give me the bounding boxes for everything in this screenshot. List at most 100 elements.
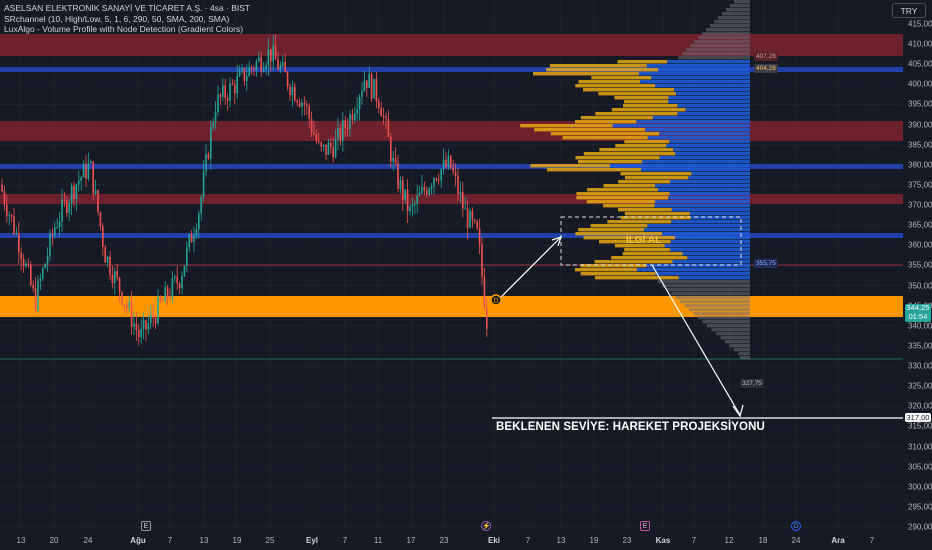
profile-bar (583, 152, 676, 156)
event-marker[interactable]: E (640, 521, 650, 531)
event-marker[interactable]: E (141, 521, 151, 531)
candle-body (200, 197, 202, 214)
time-tick-label: 7 (167, 536, 173, 545)
candle-body (274, 45, 277, 60)
target-price: 317,00 (906, 413, 930, 422)
profile-bar (691, 172, 750, 176)
time-tick-label: 19 (232, 536, 242, 545)
candle-body (392, 157, 394, 162)
candle-body (481, 244, 483, 277)
profile-bar (733, 0, 750, 4)
candle-body (430, 186, 433, 189)
candle-body (262, 69, 265, 72)
candle-body (102, 226, 104, 247)
candle-body (234, 84, 236, 94)
profile-bar (729, 344, 750, 348)
profile-bar (580, 116, 653, 120)
candle-body (330, 142, 332, 148)
time-tick-label: 11 (373, 536, 383, 545)
candle-body (214, 112, 217, 122)
candle-body (238, 70, 241, 77)
candle-body (104, 246, 106, 263)
candle-body (337, 127, 339, 139)
candle-body (390, 137, 392, 162)
candle-body (121, 292, 123, 305)
candle-body (272, 45, 274, 62)
profile-bar (549, 64, 647, 68)
candle-body (313, 131, 315, 135)
candle-body (346, 127, 349, 130)
profile-bar (706, 324, 750, 328)
candle-body (140, 329, 142, 338)
candle-body (183, 265, 186, 277)
candle-body (306, 104, 308, 107)
profile-bar (594, 276, 679, 280)
profile-bar (614, 96, 669, 100)
event-marker[interactable]: D (791, 521, 801, 531)
profile-bar (720, 336, 750, 340)
price-tick-label: 350,00 (908, 281, 932, 291)
candle-body (486, 308, 488, 329)
profile-bar (666, 288, 750, 292)
candle-body (133, 323, 135, 327)
candle-body (351, 114, 354, 120)
candle-body (358, 96, 361, 110)
candle-body (243, 67, 246, 82)
candle-body (68, 203, 70, 213)
candle-body (426, 190, 428, 195)
candle-body (339, 127, 342, 142)
candle-body (318, 141, 320, 143)
time-tick-label: 18 (758, 536, 768, 545)
candle-body (303, 102, 306, 105)
profile-bar (673, 148, 750, 152)
profile-bar (738, 352, 750, 356)
candle-body (8, 214, 10, 216)
profile-bar (530, 164, 611, 168)
symbol-title[interactable]: ASELSAN ELEKTRONİK SANAYİ VE TİCARET A.Ş… (4, 3, 250, 14)
candle-body (378, 101, 380, 108)
candle-body (418, 193, 421, 196)
candle-body (51, 233, 54, 236)
split-event-icon[interactable]: ⚡ (481, 521, 491, 531)
profile-bar (576, 196, 669, 200)
profile-bar (575, 84, 656, 88)
projection-note[interactable]: BEKLENEN SEVİYE: HAREKET PROJEKSİYONU (496, 421, 765, 433)
profile-bar (534, 128, 646, 132)
price-tick-label: 380,00 (908, 160, 932, 170)
time-tick-label: Kas (655, 536, 671, 545)
indicator-volume-profile[interactable]: LuxAlgo - Volume Profile with Node Detec… (4, 24, 250, 35)
candle-body (294, 86, 296, 101)
candle-body (116, 271, 118, 278)
candle-body (150, 314, 152, 324)
time-tick-label: 7 (869, 536, 875, 545)
price-tick-label: 335,00 (908, 341, 932, 351)
profile-bar (611, 256, 688, 260)
candle-body (174, 276, 176, 279)
candle-body (366, 80, 368, 89)
profile-bar (659, 132, 750, 136)
price-tick-label: 415,00 (908, 19, 932, 29)
profile-bar (617, 208, 672, 212)
candle-body (325, 144, 327, 155)
time-tick-label: Ağu (130, 536, 146, 545)
price-chart[interactable]: D (0, 0, 932, 550)
candle-body (260, 57, 262, 72)
candle-body (387, 118, 390, 138)
profile-bar (672, 260, 750, 264)
candle-body (277, 59, 279, 70)
indicator-srchannel[interactable]: SRchannel (10, High/Low, 5, 1, 6, 290, 5… (4, 14, 250, 25)
candle-body (82, 163, 85, 178)
candle-body (399, 180, 402, 189)
currency-button[interactable]: TRY (892, 3, 926, 18)
time-tick-label: Ara (831, 536, 845, 545)
candle-body (1, 184, 3, 192)
candle-body (265, 65, 267, 70)
profile-bar (611, 108, 686, 112)
candle-body (344, 120, 346, 128)
profile-bar (533, 72, 639, 76)
candle-body (85, 163, 87, 179)
candle-body (382, 116, 385, 118)
target-price-badge: 317,00 (905, 413, 931, 422)
profile-bar (576, 192, 670, 196)
profile-bar (615, 144, 667, 148)
